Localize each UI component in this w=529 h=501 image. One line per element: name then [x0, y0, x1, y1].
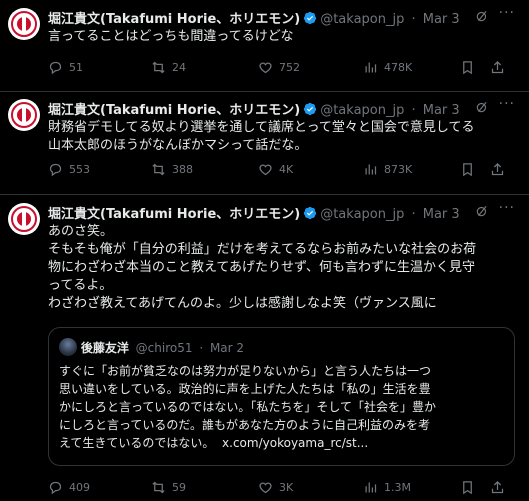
views-button[interactable]: 873K	[363, 162, 412, 177]
more-options-icon[interactable]: ···	[499, 96, 515, 112]
views-button[interactable]: 478K	[363, 60, 412, 75]
quote-header: 後藤友洋 @chiro51 · Mar 2	[59, 338, 244, 356]
quoted-tweet[interactable]: 後藤友洋 @chiro51 · Mar 2 すぐに「お前が貧乏なのは努力が足りな…	[48, 327, 515, 466]
retweet-icon	[152, 61, 165, 74]
views-icon	[365, 164, 377, 175]
avatar[interactable]	[8, 203, 40, 235]
grok-icon[interactable]	[475, 9, 489, 27]
more-options-icon[interactable]: ···	[499, 5, 515, 21]
bookmark-icon	[463, 163, 472, 177]
heart-icon	[259, 62, 272, 74]
share-icon	[491, 60, 504, 74]
views-icon	[365, 482, 377, 493]
reply-button[interactable]: 409	[48, 480, 90, 495]
tweet-3[interactable]: 堀江貴文(Takafumi Horie、ホリエモン) @takapon_jp · …	[0, 195, 529, 501]
author-handle[interactable]: @takapon_jp	[320, 207, 404, 222]
share-button[interactable]	[490, 60, 505, 75]
retweet-icon	[152, 481, 165, 494]
bookmark-icon	[463, 481, 472, 495]
tweet-text: あのさ笑。 そもそも俺が「自分の利益」だけを考えてるならお前みたいな社会のお荷 …	[48, 224, 477, 311]
grok-icon[interactable]	[475, 100, 489, 118]
grok-icon[interactable]	[475, 204, 489, 222]
heart-icon	[259, 482, 272, 494]
tweet-text: 言ってることはどっちも間違ってるけどな	[48, 29, 294, 44]
retweet-button[interactable]: 24	[151, 60, 186, 75]
tweet-header: 堀江貴文(Takafumi Horie、ホリエモン) @takapon_jp · …	[48, 5, 515, 29]
tweet-2[interactable]: 堀江貴文(Takafumi Horie、ホリエモン) @takapon_jp · …	[0, 92, 529, 195]
tweet-actions: 553 388 4K 873K	[48, 162, 515, 182]
quote-text: すぐに「お前が貧乏なのは努力が足りないから」と言う人たちは一つ 思い違いをしてい…	[59, 364, 437, 450]
reply-icon	[49, 61, 62, 75]
tweet-date[interactable]: Mar 3	[423, 207, 460, 222]
tweet-actions: 51 24 752 478K	[48, 60, 515, 80]
author-handle[interactable]: @takapon_jp	[320, 103, 404, 118]
share-button[interactable]	[490, 162, 505, 177]
heart-icon	[259, 164, 272, 176]
tweet-date[interactable]: Mar 3	[423, 12, 460, 27]
reply-button[interactable]: 553	[48, 162, 90, 177]
retweet-button[interactable]: 388	[151, 162, 193, 177]
avatar[interactable]	[8, 99, 40, 131]
quote-author-name[interactable]: 後藤友洋	[81, 341, 129, 355]
share-icon	[491, 480, 504, 494]
verified-badge-icon	[303, 11, 317, 29]
like-button[interactable]: 4K	[258, 162, 293, 177]
author-name[interactable]: 堀江貴文(Takafumi Horie、ホリエモン)	[48, 103, 300, 118]
bookmark-button[interactable]	[460, 162, 475, 177]
like-button[interactable]: 3K	[258, 480, 293, 495]
quote-avatar[interactable]	[59, 338, 77, 356]
retweet-icon	[152, 163, 165, 176]
verified-badge-icon	[303, 206, 317, 224]
views-icon	[365, 62, 377, 73]
share-button[interactable]	[490, 480, 505, 495]
more-options-icon[interactable]: ···	[499, 200, 515, 216]
tweet-header: 堀江貴文(Takafumi Horie、ホリエモン) @takapon_jp · …	[48, 200, 515, 224]
reply-icon	[49, 163, 62, 177]
bookmark-icon	[463, 61, 472, 75]
author-name[interactable]: 堀江貴文(Takafumi Horie、ホリエモン)	[48, 207, 300, 222]
avatar[interactable]	[8, 8, 40, 40]
author-name[interactable]: 堀江貴文(Takafumi Horie、ホリエモン)	[48, 12, 300, 27]
verified-badge-icon	[303, 102, 317, 120]
quote-link[interactable]: x.com/yokoyama_rc/st...	[222, 436, 368, 450]
retweet-button[interactable]: 59	[151, 480, 186, 495]
tweet-actions: 409 59 3K 1.3M	[48, 480, 515, 500]
bookmark-button[interactable]	[460, 60, 475, 75]
quote-date[interactable]: Mar 2	[210, 341, 244, 355]
reply-icon	[49, 481, 62, 495]
share-icon	[491, 162, 504, 176]
tweet-text: 財務省デモしてる奴より選挙を通して議席とって堂々と国会で意見してる 山本太郎のほ…	[48, 120, 475, 153]
reply-button[interactable]: 51	[48, 60, 83, 75]
like-button[interactable]: 752	[258, 60, 300, 75]
tweet-header: 堀江貴文(Takafumi Horie、ホリエモン) @takapon_jp · …	[48, 96, 515, 120]
views-button[interactable]: 1.3M	[363, 480, 411, 495]
tweet-1[interactable]: 堀江貴文(Takafumi Horie、ホリエモン) @takapon_jp · …	[0, 0, 529, 92]
author-handle[interactable]: @takapon_jp	[320, 12, 404, 27]
bookmark-button[interactable]	[460, 480, 475, 495]
tweet-date[interactable]: Mar 3	[423, 103, 460, 118]
quote-author-handle[interactable]: @chiro51	[136, 341, 193, 355]
